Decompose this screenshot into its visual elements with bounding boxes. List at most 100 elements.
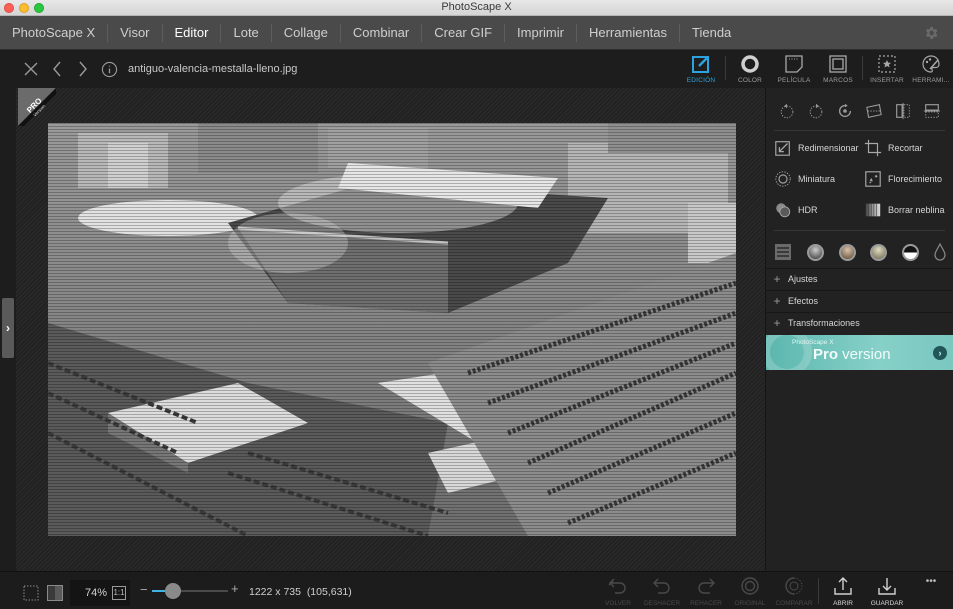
tool-label: Miniatura <box>798 174 836 184</box>
tool-hdr[interactable]: HDR <box>774 200 818 220</box>
edit-side-panel: Redimensionar Recortar Miniatura Floreci… <box>765 88 953 571</box>
close-icon[interactable] <box>18 58 44 80</box>
pro-version-banner[interactable]: PhotoScape X Pro version › <box>766 335 953 370</box>
tab-color[interactable]: COLOR <box>728 52 772 86</box>
revert-icon <box>608 578 626 594</box>
flip-vertical-icon[interactable] <box>923 102 941 120</box>
film-icon <box>785 55 803 73</box>
resize-icon <box>775 141 790 156</box>
expand-left-panel-button[interactable]: › <box>2 298 14 358</box>
menu-lote[interactable]: Lote <box>221 24 272 42</box>
divider <box>725 56 726 80</box>
original-button[interactable]: ORIGINAL <box>728 574 772 608</box>
list-icon[interactable] <box>774 243 792 261</box>
grayscale-icon[interactable] <box>806 243 824 261</box>
menu-visor[interactable]: Visor <box>108 24 163 42</box>
palette-icon <box>922 55 940 73</box>
menu-tienda[interactable]: Tienda <box>680 24 743 42</box>
zoom-level-box[interactable]: 74% 1:1 <box>70 580 130 606</box>
zoom-out-icon[interactable]: − <box>140 582 148 597</box>
tab-pelicula[interactable]: PELÍCULA <box>772 52 816 86</box>
promo-app-name: PhotoScape X <box>792 339 834 346</box>
tool-redimensionar[interactable]: Redimensionar <box>774 138 859 158</box>
action-label: ABRIR <box>833 600 853 607</box>
zoom-slider-knob[interactable] <box>165 583 182 599</box>
tool-recortar[interactable]: Recortar <box>864 138 923 158</box>
pro-badge[interactable]: PRO Version <box>18 88 56 126</box>
guardar-button[interactable]: GUARDAR <box>865 574 909 608</box>
photo-image <box>48 123 736 536</box>
drop-icon[interactable] <box>934 243 946 261</box>
chevron-right-icon[interactable]: › <box>933 346 947 360</box>
insert-star-icon <box>878 55 896 73</box>
image-info: 1222 x 735 (105,631) <box>249 586 352 598</box>
tool-label: HDR <box>798 205 818 215</box>
tab-label: EDICIÓN <box>686 77 716 84</box>
rotate-right-icon[interactable] <box>807 102 825 120</box>
section-transformaciones[interactable]: + Transformaciones <box>766 312 952 333</box>
original-icon <box>741 577 759 595</box>
dehaze-icon <box>865 203 881 217</box>
action-label: ORIGINAL <box>734 600 766 607</box>
tool-florecimiento[interactable]: Florecimiento <box>864 169 942 189</box>
divider <box>774 130 945 131</box>
chevron-right-icon[interactable] <box>70 58 96 80</box>
miniature-icon <box>775 171 791 187</box>
vintage-icon[interactable] <box>870 243 888 261</box>
window-title: PhotoScape X <box>441 1 512 13</box>
rotate-free-icon[interactable] <box>836 102 854 120</box>
zoom-in-icon[interactable]: + <box>231 581 239 596</box>
tool-label: Redimensionar <box>798 143 859 153</box>
menu-herramientas[interactable]: Herramientas <box>577 24 681 42</box>
bw-contrast-icon[interactable] <box>902 243 920 261</box>
rehacer-button[interactable]: REHACER <box>684 574 728 608</box>
tool-label: Borrar neblina <box>888 205 945 215</box>
section-label: Efectos <box>788 296 819 306</box>
hdr-icon <box>776 203 791 218</box>
menu-editor[interactable]: Editor <box>163 24 222 42</box>
more-options-button[interactable]: ••• <box>909 574 953 608</box>
tab-insertar[interactable]: INSERTAR <box>865 52 909 86</box>
menu-combinar[interactable]: Combinar <box>341 24 423 42</box>
comparar-button[interactable]: COMPARAR <box>772 574 816 608</box>
chevron-left-icon[interactable] <box>44 58 70 80</box>
image-dimensions: 1222 x 735 <box>249 586 301 598</box>
sepia-icon[interactable] <box>838 243 856 261</box>
main-menu-bar: PhotoScape X Visor Editor Lote Collage C… <box>0 16 953 50</box>
action-label: GUARDAR <box>870 600 904 607</box>
selection-icon[interactable] <box>22 584 40 602</box>
info-icon[interactable] <box>96 58 122 80</box>
zoom-slider[interactable]: − + <box>140 581 240 599</box>
crop-icon <box>864 139 882 157</box>
tool-miniatura[interactable]: Miniatura <box>774 169 835 189</box>
section-efectos[interactable]: + Efectos <box>766 290 952 311</box>
tab-herramientas[interactable]: HERRAMI... <box>909 52 953 86</box>
section-ajustes[interactable]: + Ajustes <box>766 268 952 289</box>
rotate-left-icon[interactable] <box>778 102 796 120</box>
abrir-button[interactable]: ABRIR <box>821 574 865 608</box>
tab-marcos[interactable]: MARCOS <box>816 52 860 86</box>
straighten-icon[interactable] <box>865 102 883 120</box>
tool-borrar-neblina[interactable]: Borrar neblina <box>864 200 945 220</box>
flip-horizontal-icon[interactable] <box>894 102 912 120</box>
menu-crear-gif[interactable]: Crear GIF <box>422 24 506 42</box>
plus-icon: + <box>773 294 781 308</box>
actual-size-button[interactable]: 1:1 <box>112 586 126 600</box>
deshacer-button[interactable]: DESHACER <box>640 574 684 608</box>
gear-icon[interactable] <box>923 25 939 41</box>
menu-collage[interactable]: Collage <box>272 24 341 42</box>
volver-button[interactable]: VOLVER <box>596 574 640 608</box>
split-view-icon[interactable] <box>46 584 64 602</box>
color-ring-icon <box>741 55 759 73</box>
image-canvas[interactable]: PRO Version <box>16 88 765 571</box>
tab-label: HERRAMI... <box>912 77 950 84</box>
tab-label: COLOR <box>737 77 763 84</box>
menu-photoscape[interactable]: PhotoScape X <box>0 24 109 42</box>
undo-icon <box>653 578 670 594</box>
tab-edicion[interactable]: EDICIÓN <box>679 52 723 86</box>
plus-icon: + <box>773 272 781 286</box>
tool-label: Florecimiento <box>888 174 943 184</box>
file-name: antiguo-valencia-mestalla-lleno.jpg <box>128 63 298 75</box>
frame-icon <box>829 55 847 73</box>
menu-imprimir[interactable]: Imprimir <box>505 24 577 42</box>
